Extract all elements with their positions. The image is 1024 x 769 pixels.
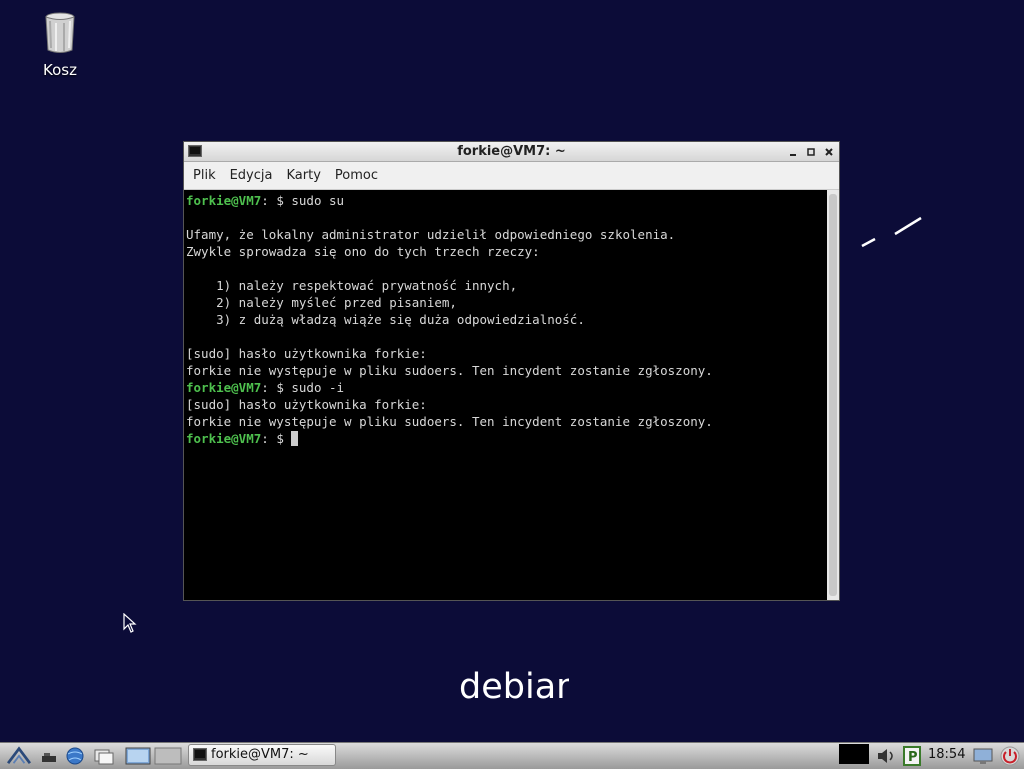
terminal-window[interactable]: forkie@VM7: ~ Plik Edycja Karty Pomoc fo… [183, 141, 840, 601]
terminal-line: forkie@VM7: $ [186, 430, 825, 447]
minimize-icon [790, 153, 796, 156]
clock[interactable]: 18:54 [928, 743, 965, 769]
terminal-line-text: 1) należy respektować prywatność innych, [186, 278, 518, 293]
maximize-button[interactable] [805, 146, 817, 158]
terminal-prompt: forkie@VM7 [186, 431, 262, 446]
taskbar-terminal-button[interactable]: forkie@VM7: ~ [188, 744, 336, 766]
terminal-line-text: forkie nie występuje w pliku sudoers. Te… [186, 363, 713, 378]
close-icon [825, 147, 833, 156]
show-desktop-icon[interactable] [40, 746, 58, 766]
menubar: Plik Edycja Karty Pomoc [184, 162, 839, 190]
browser-icon[interactable] [64, 746, 86, 766]
terminal-line: forkie@VM7: $ sudo -i [186, 379, 825, 396]
terminal-line: 1) należy respektować prywatność innych, [186, 277, 825, 294]
workspace-1-icon[interactable] [125, 746, 151, 766]
terminal-line: Zwykle sprowadza się ono do tych trzech … [186, 243, 825, 260]
wallpaper-swirl-decoration [861, 216, 922, 248]
terminal-line-text: sudo su [291, 193, 345, 208]
terminal-line-text: 3) z dużą władzą wiąże się duża odpowied… [186, 312, 585, 327]
terminal-line-text: [sudo] hasło użytkownika forkie: [186, 346, 427, 361]
workspace-2-icon[interactable] [154, 746, 182, 766]
window-title: forkie@VM7: ~ [457, 144, 566, 159]
terminal-scrollbar[interactable] [827, 190, 839, 600]
terminal-icon [193, 748, 207, 761]
terminal-line-text: forkie nie występuje w pliku sudoers. Te… [186, 414, 713, 429]
maximize-icon [807, 147, 815, 156]
menu-edycja[interactable]: Edycja [225, 168, 282, 183]
taskbar: forkie@VM7: ~ P 18:54 [0, 742, 1024, 769]
power-icon[interactable] [999, 746, 1021, 766]
taskbar-terminal-label: forkie@VM7: ~ [211, 747, 309, 762]
minimize-button[interactable] [787, 146, 799, 158]
terminal-prompt: forkie@VM7 [186, 193, 262, 208]
file-manager-icon[interactable] [93, 746, 115, 766]
mouse-cursor-icon [123, 613, 137, 633]
close-button[interactable] [823, 146, 835, 158]
terminal-output[interactable]: forkie@VM7: $ sudo su Ufamy, że lokalny a… [184, 190, 827, 600]
debian-logo-text: debian [459, 667, 569, 707]
terminal-line: forkie nie występuje w pliku sudoers. Te… [186, 413, 825, 430]
trash-label: Kosz [43, 61, 77, 79]
terminal-line: forkie nie występuje w pliku sudoers. Te… [186, 362, 825, 379]
terminal-line: 2) należy myśleć przed pisaniem, [186, 294, 825, 311]
terminal-icon [188, 145, 202, 157]
scrollbar-thumb[interactable] [829, 194, 837, 596]
menu-karty[interactable]: Karty [281, 168, 329, 183]
terminal-line: 3) z dużą władzą wiąże się duża odpowied… [186, 311, 825, 328]
terminal-line: [sudo] hasło użytkownika forkie: [186, 396, 825, 413]
clipboard-icon[interactable]: P [902, 746, 922, 766]
trash-icon [45, 12, 75, 53]
terminal-line: Ufamy, że lokalny administrator udzielił… [186, 226, 825, 243]
window-titlebar[interactable]: forkie@VM7: ~ [184, 142, 839, 162]
svg-text:P: P [908, 750, 918, 765]
cpu-monitor-icon [839, 744, 869, 764]
terminal-prompt: forkie@VM7 [186, 380, 262, 395]
menu-pomoc[interactable]: Pomoc [330, 168, 387, 183]
debian-logo: debian [459, 660, 578, 710]
prompt-separator: : $ [261, 431, 292, 446]
volume-icon[interactable] [875, 746, 899, 766]
terminal-line-text: sudo -i [291, 380, 345, 395]
start-menu-icon[interactable] [4, 745, 34, 765]
terminal-line-text: Ufamy, że lokalny administrator udzielił… [186, 227, 676, 242]
terminal-line: forkie@VM7: $ sudo su [186, 192, 825, 209]
prompt-separator: : $ [261, 193, 292, 208]
terminal-line-text: 2) należy myśleć przed pisaniem, [186, 295, 457, 310]
terminal-line-text: [sudo] hasło użytkownika forkie: [186, 397, 427, 412]
menu-plik[interactable]: Plik [188, 168, 225, 183]
text-cursor [291, 431, 299, 446]
terminal-line-text: Zwykle sprowadza się ono do tych trzech … [186, 244, 540, 259]
lock-screen-icon[interactable] [972, 746, 994, 766]
terminal-line: [sudo] hasło użytkownika forkie: [186, 345, 825, 362]
trash-desktop-icon[interactable]: Kosz [30, 12, 90, 79]
prompt-separator: : $ [261, 380, 292, 395]
